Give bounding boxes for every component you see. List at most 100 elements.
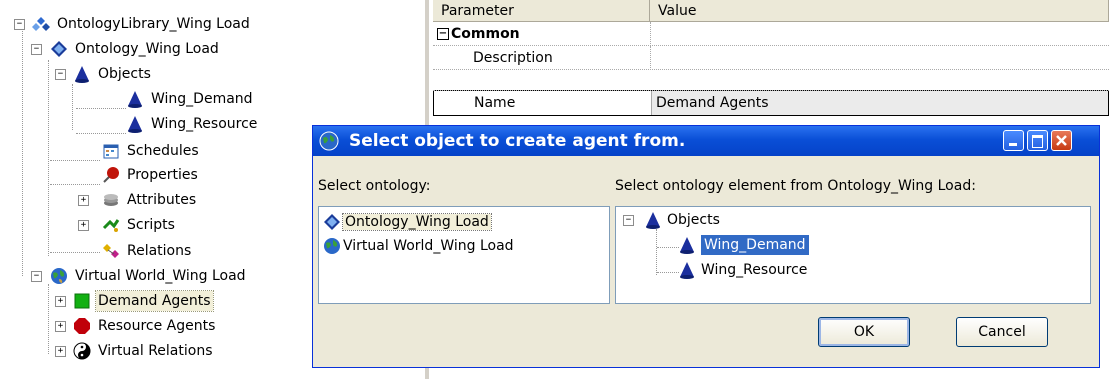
- tree-item-objects[interactable]: Objects: [73, 63, 153, 85]
- minimize-button[interactable]: [1003, 130, 1024, 151]
- tree-item-label: Virtual World_Wing Load: [75, 268, 246, 284]
- tree-item-wing-resource[interactable]: Wing_Resource: [126, 113, 259, 135]
- tree-line: [48, 60, 49, 256]
- ontology-list[interactable]: Ontology_Wing Load Virtual World_Wing Lo…: [318, 206, 610, 304]
- select-element-label: Select ontology element from Ontology_Wi…: [615, 178, 976, 194]
- section-collapse-icon[interactable]: −: [437, 28, 449, 40]
- element-tree-label: Objects: [667, 212, 720, 228]
- tree-item-scripts[interactable]: Scripts: [102, 214, 177, 236]
- grid-row-selected[interactable]: Name Demand Agents: [433, 90, 1109, 116]
- green-square-icon: [74, 293, 90, 309]
- grid-row[interactable]: Description: [433, 46, 1109, 70]
- tree-line: [50, 184, 100, 185]
- cancel-button[interactable]: Cancel: [956, 317, 1048, 347]
- tree-item-properties[interactable]: Properties: [102, 164, 200, 186]
- element-tree-label-selected: Wing_Demand: [700, 234, 810, 256]
- tree-item-label: OntologyLibrary_Wing Load: [57, 16, 250, 32]
- tree-item-virtual-relations[interactable]: Virtual Relations: [73, 340, 215, 362]
- collapse-toggle[interactable]: −: [31, 271, 42, 282]
- minimize-icon: [1009, 143, 1017, 146]
- expand-toggle[interactable]: +: [55, 321, 66, 332]
- cone-icon: [75, 66, 89, 83]
- select-ontology-label: Select ontology:: [318, 178, 431, 194]
- tree-item-label: Demand Agents: [95, 290, 214, 312]
- ontology-list-label: Ontology_Wing Load: [342, 213, 492, 231]
- red-octagon-icon: [74, 318, 90, 334]
- dialog-titlebar[interactable]: Select object to create agent from.: [313, 126, 1099, 156]
- grid-param: Name: [474, 95, 516, 111]
- properties-icon: [103, 167, 119, 183]
- tree-item-schedules[interactable]: Schedules: [102, 140, 201, 162]
- ontology-list-item[interactable]: Virtual World_Wing Load: [323, 235, 514, 257]
- tree-line: [656, 229, 657, 275]
- scripts-icon: [102, 219, 120, 232]
- tree-item-label: Scripts: [127, 217, 175, 233]
- tree-line: [50, 160, 100, 161]
- cone-icon: [128, 116, 142, 133]
- tree-line: [657, 247, 679, 248]
- cone-icon: [680, 262, 694, 279]
- grid-value[interactable]: Demand Agents: [651, 91, 1108, 115]
- tree-item-demand-agents[interactable]: Demand Agents: [73, 290, 214, 312]
- ok-button[interactable]: OK: [818, 317, 910, 347]
- element-tree-objects[interactable]: Objects: [644, 209, 720, 231]
- tree-item-wing-demand[interactable]: Wing_Demand: [126, 88, 255, 110]
- ontology-library-icon: [32, 17, 50, 31]
- tree-line: [48, 284, 49, 354]
- collapse-toggle[interactable]: −: [31, 44, 42, 55]
- close-icon: [1056, 135, 1067, 146]
- cone-icon: [680, 237, 694, 254]
- tree-item-resource-agents[interactable]: Resource Agents: [73, 315, 217, 337]
- grid-section-common[interactable]: − Common: [433, 22, 1109, 46]
- tree-item-label: Properties: [127, 167, 198, 183]
- tree-item-label: Wing_Demand: [151, 91, 253, 107]
- section-title: Common: [451, 26, 520, 42]
- element-tree-wing-resource[interactable]: Wing_Resource: [678, 259, 807, 281]
- ontology-list-item[interactable]: Ontology_Wing Load: [323, 211, 492, 233]
- grid-cell: [650, 22, 1109, 46]
- section-label: − Common: [437, 22, 651, 46]
- expand-toggle[interactable]: +: [78, 220, 89, 231]
- expand-toggle[interactable]: +: [55, 346, 66, 357]
- close-button[interactable]: [1051, 130, 1072, 151]
- globe-icon: [51, 268, 67, 284]
- tree-item-attributes[interactable]: Attributes: [102, 189, 198, 211]
- tree-item-root[interactable]: OntologyLibrary_Wing Load: [32, 13, 252, 35]
- tree-item-ontology[interactable]: Ontology_Wing Load: [50, 38, 221, 60]
- tree-item-label: Schedules: [127, 143, 199, 159]
- dialog-title: Select object to create agent from.: [349, 131, 686, 151]
- tree-item-virtual-world[interactable]: Virtual World_Wing Load: [50, 265, 248, 287]
- select-object-dialog: Select object to create agent from. Sele…: [312, 125, 1100, 368]
- tree-line: [22, 24, 23, 276]
- collapse-toggle[interactable]: −: [55, 69, 66, 80]
- schedule-icon: [103, 144, 119, 159]
- element-tree[interactable]: − Objects Wing_Demand Wing_Resource: [615, 206, 1091, 304]
- tree-line: [657, 272, 679, 273]
- expand-toggle[interactable]: +: [55, 296, 66, 307]
- attributes-icon: [104, 194, 118, 206]
- column-header-parameter[interactable]: Parameter: [433, 0, 650, 22]
- tree-line: [76, 108, 126, 109]
- tree-item-label: Ontology_Wing Load: [75, 41, 219, 57]
- tree-item-label: Resource Agents: [98, 318, 216, 334]
- grid-spacer-row: [433, 70, 1109, 91]
- tree-item-relations[interactable]: Relations: [102, 240, 193, 262]
- yin-yang-icon: [73, 342, 91, 360]
- collapse-toggle[interactable]: −: [623, 215, 634, 226]
- ontology-list-label: Virtual World_Wing Load: [343, 238, 514, 254]
- element-tree-wing-demand[interactable]: Wing_Demand: [678, 234, 810, 256]
- grid-param: Description: [473, 50, 553, 66]
- maximize-icon: [1032, 135, 1043, 148]
- column-header-value[interactable]: Value: [650, 0, 1109, 22]
- tree-item-label: Objects: [98, 66, 151, 82]
- expand-toggle[interactable]: +: [78, 195, 89, 206]
- maximize-button[interactable]: [1027, 130, 1048, 151]
- tree-item-label: Relations: [127, 243, 192, 259]
- relations-icon: [103, 244, 119, 258]
- tree-item-label: Wing_Resource: [151, 116, 258, 132]
- tree-line: [76, 133, 126, 134]
- globe-icon: [319, 131, 339, 151]
- grid-value[interactable]: [650, 46, 1109, 70]
- tree-line: [72, 84, 73, 130]
- collapse-toggle[interactable]: −: [14, 19, 25, 30]
